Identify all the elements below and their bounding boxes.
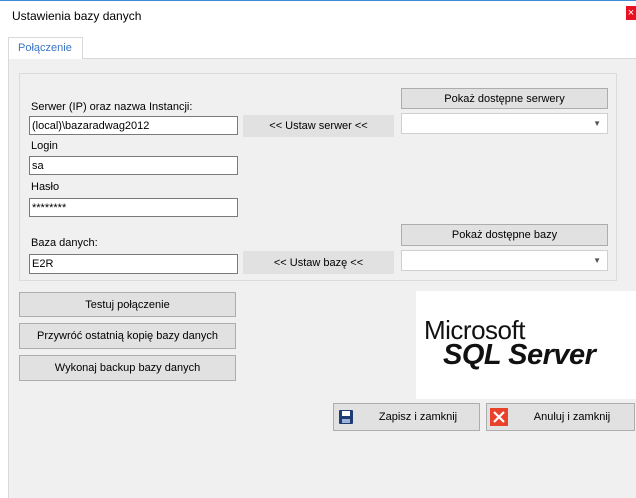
make-backup-button[interactable]: Wykonaj backup bazy danych — [19, 355, 236, 381]
database-dropdown[interactable]: ▼ — [401, 250, 608, 271]
show-servers-button[interactable]: Pokaż dostępne serwery — [401, 88, 608, 109]
password-input[interactable] — [29, 198, 238, 217]
server-dropdown[interactable]: ▼ — [401, 113, 608, 134]
restore-backup-button[interactable]: Przywróć ostatnią kopię bazy danych — [19, 323, 236, 349]
server-label: Serwer (IP) oraz nazwa Instancji: — [31, 101, 193, 113]
chevron-down-icon: ▼ — [593, 119, 601, 128]
red-x-icon — [488, 406, 510, 428]
close-icon[interactable]: × — [626, 6, 636, 20]
save-close-button[interactable]: Zapisz i zamknij — [333, 403, 480, 431]
floppy-disk-icon — [335, 406, 357, 428]
sql-server-logo: Microsoft SQL Server — [416, 291, 636, 399]
chevron-down-icon: ▼ — [593, 256, 601, 265]
sql-server-logo-graphic: Microsoft SQL Server — [424, 315, 598, 371]
save-close-label: Zapisz i zamknij — [378, 411, 458, 423]
database-label: Baza danych: — [31, 237, 98, 249]
cancel-close-button[interactable]: Anuluj i zamknij — [486, 403, 635, 431]
login-input[interactable] — [29, 156, 238, 175]
set-database-button[interactable]: << Ustaw bazę << — [243, 251, 394, 274]
window-top-border — [0, 0, 636, 1]
cancel-close-label: Anuluj i zamknij — [533, 411, 611, 423]
test-connection-button[interactable]: Testuj połączenie — [19, 292, 236, 317]
password-label: Hasło — [31, 181, 60, 193]
logo-line2: SQL Server — [443, 339, 598, 371]
login-label: Login — [31, 140, 58, 152]
database-input[interactable] — [29, 254, 238, 274]
show-databases-button[interactable]: Pokaż dostępne bazy — [401, 224, 608, 246]
server-input[interactable] — [29, 116, 238, 135]
set-server-button[interactable]: << Ustaw serwer << — [243, 115, 394, 137]
tab-connection[interactable]: Połączenie — [8, 37, 83, 59]
window-title: Ustawienia bazy danych — [12, 9, 142, 23]
